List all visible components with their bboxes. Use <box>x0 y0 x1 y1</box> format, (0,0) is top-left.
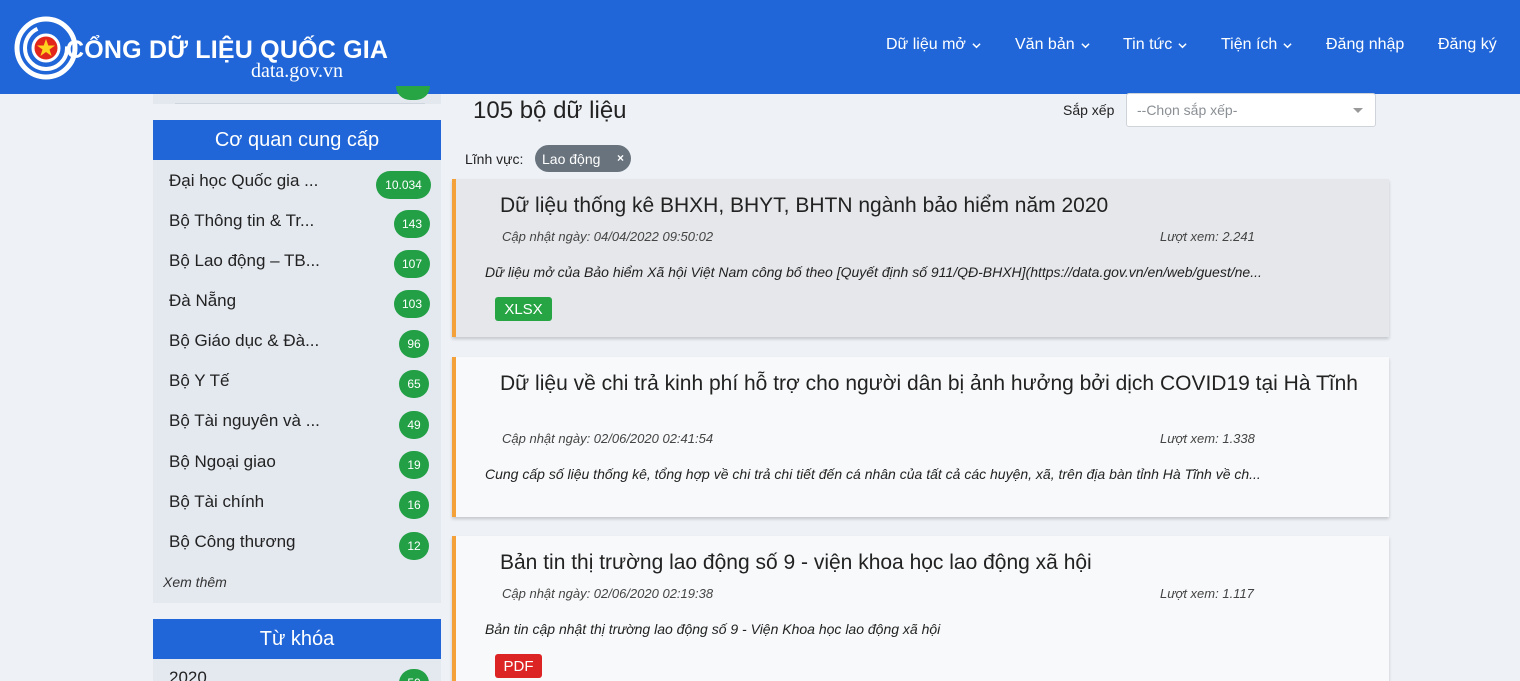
nav-login[interactable]: Đăng nhập <box>1326 34 1404 56</box>
nav-register[interactable]: Đăng ký <box>1438 34 1497 56</box>
nav-label: Đăng nhập <box>1326 36 1405 53</box>
dataset-updated: Cập nhật ngày: 02/06/2020 02:19:38 <box>502 586 714 601</box>
count-badge: 19 <box>399 451 429 479</box>
nav-open-data[interactable]: Dữ liệu mở <box>886 34 981 56</box>
dataset-description: Bản tin cập nhật thị trường lao động số … <box>485 621 941 637</box>
count-badge: 143 <box>394 210 430 238</box>
nav-label: Tiện ích <box>1221 36 1278 53</box>
provider-item[interactable]: Bộ Tài chính <box>169 492 264 512</box>
dataset-updated: Cập nhật ngày: 02/06/2020 02:41:54 <box>502 431 714 446</box>
count-badge: 65 <box>399 370 429 398</box>
keyword-facet: Từ khóa 2020 50 <box>153 619 441 681</box>
keyword-item[interactable]: 2020 <box>169 668 207 681</box>
dataset-card[interactable]: Dữ liệu thống kê BHXH, BHYT, BHTN ngành … <box>452 179 1389 337</box>
nav-documents[interactable]: Văn bản <box>1015 34 1090 56</box>
provider-item[interactable]: Bộ Lao động – TB... <box>169 251 320 271</box>
dataset-title[interactable]: Dữ liệu về chi trả kinh phí hỗ trợ cho n… <box>500 372 1360 396</box>
nav-utilities[interactable]: Tiện ích <box>1221 34 1292 56</box>
nav-label: Đăng ký <box>1438 36 1497 53</box>
active-filter-tag: Lao động × <box>535 145 631 172</box>
count-badge: 12 <box>399 532 429 560</box>
dataset-description: Dữ liệu mở của Bảo hiểm Xã hội Việt Nam … <box>485 264 1262 280</box>
dataset-views: Lượt xem: 1.338 <box>1160 431 1255 446</box>
nav-news[interactable]: Tin tức <box>1123 34 1187 56</box>
dataset-description: Cung cấp số liệu thống kê, tổng hợp về c… <box>485 466 1261 482</box>
dataset-card[interactable]: Bản tin thị trường lao động số 9 - viện … <box>452 536 1389 681</box>
provider-item[interactable]: Bộ Tài nguyên và ... <box>169 411 320 431</box>
count-badge: 49 <box>399 411 429 439</box>
close-icon[interactable]: × <box>617 151 624 165</box>
nav-label: Dữ liệu mở <box>886 36 966 53</box>
see-more-link[interactable]: Xem thêm <box>163 574 227 590</box>
chevron-down-icon <box>1081 42 1090 48</box>
dataset-card[interactable]: Dữ liệu về chi trả kinh phí hỗ trợ cho n… <box>452 357 1389 517</box>
count-badge: 96 <box>399 330 429 358</box>
provider-facet-title: Cơ quan cung cấp <box>153 120 441 160</box>
provider-item[interactable]: Bộ Công thương <box>169 532 296 552</box>
count-badge: 16 <box>399 491 429 519</box>
count-badge: 107 <box>394 250 430 278</box>
portal-domain: data.gov.vn <box>251 60 344 82</box>
count-badge: 103 <box>394 290 430 318</box>
dataset-title[interactable]: Bản tin thị trường lao động số 9 - viện … <box>500 551 1360 575</box>
provider-item[interactable]: Bộ Y Tế <box>169 371 230 391</box>
sort-placeholder: --Chọn sắp xếp- <box>1137 102 1238 118</box>
provider-item[interactable]: Đại học Quốc gia ... <box>169 171 318 191</box>
format-badge-xlsx[interactable]: XLSX <box>495 297 552 321</box>
filter-tag-label: Lao động <box>542 150 601 167</box>
dataset-title[interactable]: Dữ liệu thống kê BHXH, BHYT, BHTN ngành … <box>500 194 1360 218</box>
provider-facet: Cơ quan cung cấp Đại học Quốc gia ... 10… <box>153 120 441 603</box>
result-count: 105 bộ dữ liệu <box>473 97 627 124</box>
sort-select[interactable]: --Chọn sắp xếp- <box>1126 93 1376 127</box>
chevron-down-icon <box>972 42 981 48</box>
keyword-facet-title: Từ khóa <box>153 619 441 659</box>
provider-item[interactable]: Đà Nẵng <box>169 291 236 311</box>
nav-label: Văn bản <box>1015 36 1075 53</box>
chevron-down-icon <box>1283 42 1292 48</box>
dataset-views: Lượt xem: 2.241 <box>1160 229 1255 244</box>
filter-label: Lĩnh vực: <box>465 151 524 167</box>
nav-label: Tin tức <box>1123 36 1173 53</box>
sort-label: Sắp xếp <box>1063 102 1115 118</box>
provider-item[interactable]: Bộ Ngoại giao <box>169 452 276 472</box>
provider-item[interactable]: Bộ Giáo dục & Đà... <box>169 331 319 351</box>
divider <box>175 103 425 104</box>
count-badge: 10.034 <box>376 171 431 199</box>
dataset-views: Lượt xem: 1.117 <box>1160 586 1254 601</box>
format-badge-pdf[interactable]: PDF <box>495 654 542 678</box>
chevron-down-icon <box>1178 42 1187 48</box>
top-header: CỔNG DỮ LIỆU QUỐC GIA data.gov.vn Dữ liệ… <box>0 0 1520 94</box>
provider-item[interactable]: Bộ Thông tin & Tr... <box>169 211 314 231</box>
count-badge: 50 <box>399 669 429 681</box>
dataset-updated: Cập nhật ngày: 04/04/2022 09:50:02 <box>502 229 714 244</box>
caret-down-icon <box>1353 108 1363 113</box>
